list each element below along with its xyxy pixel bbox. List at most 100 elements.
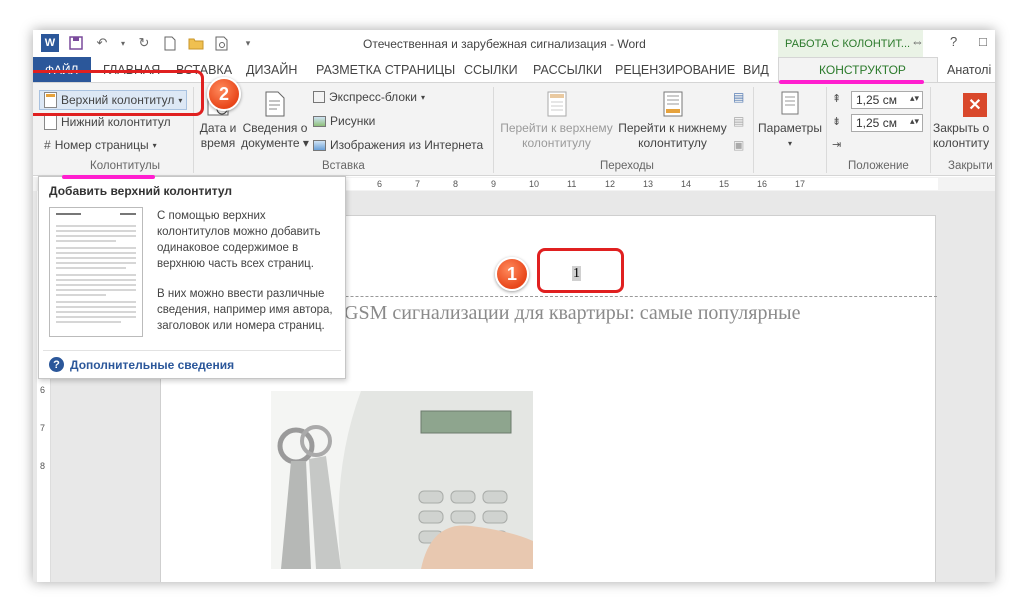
group-label-perehody: Переходы bbox=[600, 160, 654, 172]
goto-header-button[interactable]: Перейти к верхнему колонтитулу bbox=[499, 91, 614, 151]
divider bbox=[43, 350, 341, 351]
user-name[interactable]: Анатолі bbox=[947, 63, 991, 77]
online-picture-icon bbox=[313, 139, 326, 151]
alignment-tab-icon[interactable]: ⇥ bbox=[832, 138, 841, 151]
divider bbox=[826, 87, 827, 173]
doc-info-button[interactable]: Сведения о документе ▾ bbox=[239, 91, 311, 151]
word-icon: W bbox=[41, 34, 59, 52]
restore-icon[interactable]: □ bbox=[979, 34, 987, 49]
date-time-label-1: Дата и bbox=[199, 121, 237, 135]
save-icon[interactable] bbox=[67, 34, 85, 52]
callout-badge-1: 1 bbox=[495, 257, 529, 291]
options-label: Параметры bbox=[758, 121, 822, 135]
close-icon: ✕ bbox=[963, 93, 987, 117]
goto-footer-label-2: колонтитулу bbox=[638, 136, 707, 150]
tab-design[interactable]: ДИЗАЙН bbox=[246, 63, 297, 77]
resize-icon[interactable]: ⇔ bbox=[911, 34, 924, 49]
tooltip-description: С помощью верхних колонтитулов можно доб… bbox=[157, 208, 337, 334]
footer-bottom-icon: ⇟ bbox=[832, 116, 842, 128]
ruler-tick: 12 bbox=[605, 179, 616, 189]
ruler-tick: 7 bbox=[40, 423, 46, 433]
document-body-text[interactable]: GSM сигнализации для квартиры: самые поп… bbox=[344, 302, 800, 325]
ruler-tick: 14 bbox=[681, 179, 692, 189]
tooltip-title: Добавить верхний колонтитул bbox=[49, 184, 233, 198]
goto-header-icon bbox=[545, 91, 569, 119]
previous-section-button[interactable]: ▤ bbox=[733, 90, 744, 104]
word-window: W ↶ ▾ ↻ ▾ Отечественная и зарубежная сиг… bbox=[33, 30, 995, 582]
group-label-polozhenie: Положение bbox=[848, 160, 909, 172]
online-pictures-label: Изображения из Интернета bbox=[330, 138, 484, 152]
online-pictures-button[interactable]: Изображения из Интернета bbox=[313, 138, 483, 152]
open-folder-icon[interactable] bbox=[187, 34, 205, 52]
page-number-button[interactable]: # Номер страницы ▾ bbox=[44, 138, 157, 152]
tab-view[interactable]: ВИД bbox=[743, 63, 769, 77]
tab-review[interactable]: РЕЦЕНЗИРОВАНИЕ bbox=[615, 63, 735, 77]
ruler-tick: 10 bbox=[529, 179, 540, 189]
undo-icon[interactable]: ↶ bbox=[93, 34, 111, 52]
callout-box-page-number bbox=[537, 248, 624, 293]
express-blocks-label: Экспресс-блоки bbox=[329, 90, 417, 104]
help-icon[interactable]: ? bbox=[950, 34, 957, 49]
close-label-1: Закрыть о bbox=[933, 121, 990, 135]
express-blocks-button[interactable]: Экспресс-блоки ▾ bbox=[313, 90, 425, 104]
pictures-label: Рисунки bbox=[330, 114, 376, 128]
goto-footer-icon bbox=[661, 91, 685, 119]
doc-info-icon bbox=[263, 91, 287, 119]
callout-box-header-button bbox=[33, 70, 204, 116]
previous-section-icon: ▤ bbox=[733, 90, 745, 104]
tooltip-description-2: В них можно ввести различные сведения, н… bbox=[157, 288, 333, 332]
tab-references[interactable]: ССЫЛКИ bbox=[464, 63, 518, 77]
more-info-link[interactable]: ? Дополнительные сведения bbox=[49, 357, 234, 372]
group-label-vstavka: Вставка bbox=[322, 160, 365, 172]
footer-icon bbox=[44, 114, 57, 130]
footer-button[interactable]: Нижний колонтитул bbox=[44, 114, 171, 130]
callout-badge-2: 2 bbox=[207, 77, 241, 111]
header-preview-thumbnail bbox=[49, 207, 143, 337]
title-bar: W ↶ ▾ ↻ ▾ Отечественная и зарубежная сиг… bbox=[33, 30, 995, 57]
link-icon: ▣ bbox=[733, 138, 745, 152]
express-blocks-icon bbox=[313, 91, 325, 103]
quick-access-toolbar: W ↶ ▾ ↻ ▾ bbox=[41, 34, 257, 52]
ruler-tick: 16 bbox=[757, 179, 768, 189]
close-header-footer-button[interactable]: ✕ Закрыть о колонтиту bbox=[933, 91, 995, 151]
ruler-tick: 9 bbox=[491, 179, 497, 189]
picture-icon bbox=[313, 115, 326, 127]
options-icon bbox=[778, 91, 802, 119]
next-section-button[interactable]: ▤ bbox=[733, 114, 744, 128]
ruler-tick: 6 bbox=[377, 179, 383, 189]
tab-constructor[interactable]: КОНСТРУКТОР bbox=[778, 57, 938, 82]
print-preview-icon[interactable] bbox=[213, 34, 231, 52]
goto-footer-label-1: Перейти к нижнему bbox=[618, 121, 727, 135]
highlight-underline-kolontituly bbox=[62, 175, 155, 179]
ruler-tick: 7 bbox=[415, 179, 421, 189]
chevron-down-icon[interactable]: ▾ bbox=[119, 34, 127, 52]
tab-layout[interactable]: РАЗМЕТКА СТРАНИЦЫ bbox=[316, 63, 455, 77]
footer-bottom-spinner[interactable]: 1,25 см ▴▾ bbox=[851, 114, 923, 132]
ruler-tick: 8 bbox=[40, 461, 46, 471]
divider bbox=[930, 87, 931, 173]
new-doc-icon[interactable] bbox=[161, 34, 179, 52]
date-time-label-2: время bbox=[200, 136, 236, 150]
footer-bottom-value: 1,25 см bbox=[856, 116, 897, 130]
pictures-button[interactable]: Рисунки bbox=[313, 114, 375, 128]
footer-button-label: Нижний колонтитул bbox=[61, 115, 171, 129]
page-number-icon: # bbox=[44, 138, 51, 152]
next-section-icon: ▤ bbox=[733, 114, 745, 128]
goto-footer-button[interactable]: Перейти к нижнему колонтитулу bbox=[615, 91, 730, 151]
customize-qat-icon[interactable]: ▾ bbox=[239, 34, 257, 52]
chevron-down-icon: ▾ bbox=[420, 92, 425, 102]
ruler-tick: 6 bbox=[40, 385, 46, 395]
spinner-arrows-icon[interactable]: ▴▾ bbox=[910, 93, 919, 104]
tooltip-description-1: С помощью верхних колонтитулов можно доб… bbox=[157, 210, 321, 270]
chevron-down-icon: ▾ bbox=[152, 140, 157, 150]
redo-icon[interactable]: ↻ bbox=[135, 34, 153, 52]
link-to-previous-button[interactable]: ▣ bbox=[733, 138, 744, 152]
header-top-icon: ⇞ bbox=[832, 93, 842, 105]
alarm-keypad-photo[interactable] bbox=[271, 391, 533, 569]
highlight-underline-constructor bbox=[779, 80, 924, 84]
options-button[interactable]: Параметры ▾ bbox=[757, 91, 823, 151]
header-top-spinner[interactable]: 1,25 см ▴▾ bbox=[851, 91, 923, 109]
doc-info-label-1: Сведения о bbox=[242, 121, 308, 135]
tab-mailings[interactable]: РАССЫЛКИ bbox=[533, 63, 602, 77]
spinner-arrows-icon[interactable]: ▴▾ bbox=[910, 116, 919, 127]
